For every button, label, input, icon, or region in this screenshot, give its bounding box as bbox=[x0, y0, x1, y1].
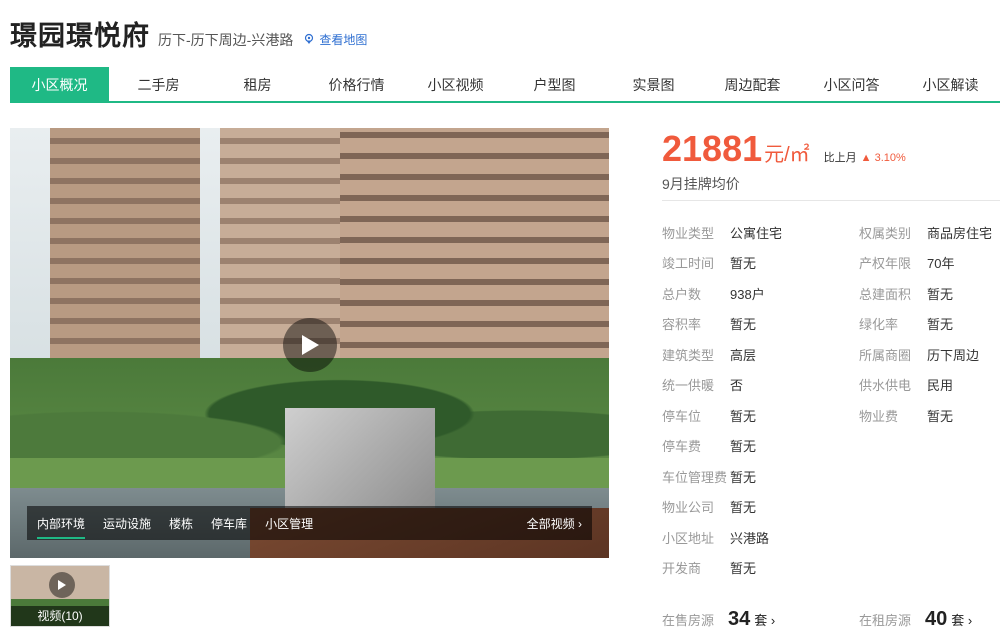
info-row: 物业费 暂无 bbox=[859, 409, 954, 424]
for-rent-count: 40 bbox=[925, 608, 948, 630]
avg-price: 21881 bbox=[662, 128, 763, 169]
play-button[interactable] bbox=[283, 318, 337, 372]
community-title: 璟园璟悦府 bbox=[10, 21, 150, 51]
play-icon bbox=[302, 335, 319, 355]
price-description: 9月挂牌均价 bbox=[662, 176, 740, 192]
video-thumbnail[interactable]: 视频(10) bbox=[10, 565, 110, 627]
tab-floor-plan[interactable]: 户型图 bbox=[505, 67, 604, 101]
nav-tabs: 小区概况 二手房 租房 价格行情 小区视频 户型图 实景图 周边配套 小区问答 … bbox=[10, 67, 1000, 103]
for-sale-link[interactable]: 在售房源 34 套 › bbox=[662, 608, 859, 631]
info-row: 总户数 938户 bbox=[662, 287, 765, 302]
for-sale-label: 在售房源 bbox=[662, 613, 715, 628]
media-tab-management[interactable]: 小区管理 bbox=[265, 515, 313, 532]
info-row: 物业类型 公寓住宅 bbox=[662, 226, 783, 241]
info-row: 车位管理费 暂无 bbox=[662, 470, 757, 485]
play-icon bbox=[58, 580, 66, 590]
tab-qa[interactable]: 小区问答 bbox=[802, 67, 901, 101]
mom-label: 比上月 bbox=[823, 152, 857, 164]
all-videos-link[interactable]: 全部视频 › bbox=[527, 515, 582, 532]
info-row: 供水供电 民用 bbox=[859, 378, 954, 393]
tab-second-hand[interactable]: 二手房 bbox=[109, 67, 208, 101]
tab-price-trend[interactable]: 价格行情 bbox=[307, 67, 406, 101]
page-header: 璟园璟悦府 历下-历下周边-兴港路 查看地图 bbox=[10, 14, 367, 53]
media-tab-interior[interactable]: 内部环境 bbox=[37, 515, 86, 539]
for-sale-unit: 套 › bbox=[754, 613, 776, 628]
price-block: 21881 元/㎡ 比上月 ▲ 3.10% 9月挂牌均价 bbox=[662, 128, 906, 194]
tab-rent[interactable]: 租房 bbox=[208, 67, 307, 101]
mom-change: ▲ 3.10% bbox=[860, 152, 906, 164]
info-row: 所属商圈 历下周边 bbox=[859, 348, 980, 363]
tab-surroundings[interactable]: 周边配套 bbox=[703, 67, 802, 101]
info-row: 总建面积 暂无 bbox=[859, 287, 954, 302]
info-row: 统一供暖否 bbox=[662, 378, 744, 393]
view-map-link[interactable]: 查看地图 bbox=[303, 31, 367, 48]
thumbnail-play-button bbox=[49, 572, 75, 598]
price-unit: 元/㎡ bbox=[764, 144, 810, 166]
info-row: 容积率 暂无 bbox=[662, 317, 757, 332]
tab-overview[interactable]: 小区概况 bbox=[10, 67, 109, 101]
media-tab-buildings[interactable]: 楼栋 bbox=[169, 515, 193, 532]
month-over-month: 比上月 ▲ 3.10% bbox=[824, 149, 906, 165]
info-row: 产权年限 70年 bbox=[859, 256, 955, 271]
info-row: 停车费 暂无 bbox=[662, 439, 757, 454]
video-player[interactable]: 内部环境 运动设施 楼栋 停车库 小区管理 全部视频 › bbox=[10, 128, 609, 558]
media-tab-garage[interactable]: 停车库 bbox=[211, 515, 247, 532]
community-location: 历下-历下周边-兴港路 bbox=[158, 32, 294, 48]
tab-analysis[interactable]: 小区解读 bbox=[901, 67, 1000, 101]
info-row: 建筑类型 高层 bbox=[662, 348, 757, 363]
for-sale-count: 34 bbox=[728, 608, 751, 630]
info-row: 停车位 暂无 bbox=[662, 409, 757, 424]
for-rent-unit: 套 › bbox=[951, 613, 973, 628]
info-row: 绿化率 暂无 bbox=[859, 317, 954, 332]
info-row: 物业公司 暂无 bbox=[662, 500, 757, 515]
info-row: 竣工时间 暂无 bbox=[662, 256, 757, 271]
info-row: 小区地址 兴港路 bbox=[662, 531, 770, 546]
thumbnail-label: 视频(10) bbox=[11, 606, 109, 626]
media-tab-sports[interactable]: 运动设施 bbox=[103, 515, 151, 532]
location-pin-icon bbox=[305, 33, 314, 44]
for-rent-link[interactable]: 在租房源 40 套 › bbox=[859, 608, 972, 631]
view-map-label: 查看地图 bbox=[319, 32, 368, 47]
for-rent-label: 在租房源 bbox=[859, 613, 912, 628]
divider bbox=[662, 200, 1000, 201]
video-category-bar: 内部环境 运动设施 楼栋 停车库 小区管理 全部视频 › bbox=[27, 506, 592, 540]
tab-photos[interactable]: 实景图 bbox=[604, 67, 703, 101]
tab-video[interactable]: 小区视频 bbox=[406, 67, 505, 101]
info-row: 权属类别 商品房住宅 bbox=[859, 226, 993, 241]
info-row: 开发商 暂无 bbox=[662, 561, 757, 576]
listing-counts: 在售房源 34 套 › 在租房源 40 套 › bbox=[662, 608, 1000, 631]
